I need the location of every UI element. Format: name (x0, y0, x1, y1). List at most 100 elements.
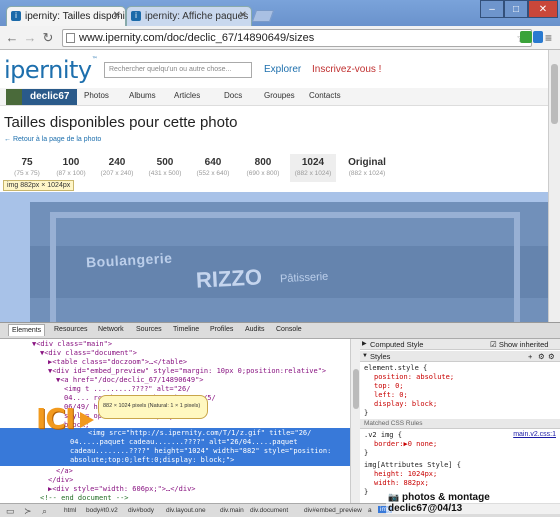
rule-close: } (364, 488, 369, 496)
dom-node[interactable]: ▼<div id="embed_preview" style="margin: … (48, 367, 326, 376)
settings-icon[interactable]: ⚙ (548, 351, 555, 362)
avatar[interactable] (6, 89, 22, 105)
add-rule-icon[interactable]: + (528, 351, 532, 362)
size-label: 1024 (301, 157, 325, 168)
size-option[interactable]: 100 (87 x 100) (48, 154, 94, 182)
explorer-link[interactable]: Explorer (264, 64, 301, 75)
rule-selector[interactable]: .v2 img { (364, 431, 402, 440)
dom-comment[interactable]: <!-- end document --> (40, 494, 129, 503)
tab-sources[interactable]: Sources (136, 326, 162, 333)
rule-close: } (364, 449, 369, 457)
tab-network[interactable]: Network (98, 326, 124, 333)
size-label: 640 (204, 157, 222, 168)
breadcrumb[interactable]: html (64, 507, 76, 514)
breadcrumb[interactable]: div.layout.one (166, 507, 206, 514)
tab-affiche[interactable]: i ipernity: Affiche paques Lu ✕ (126, 6, 252, 26)
nav-photos[interactable]: Photos (84, 91, 109, 100)
size-option[interactable]: 640 (552 x 640) (190, 154, 236, 182)
page-scrollbar[interactable] (548, 50, 560, 322)
dom-node[interactable]: ▶<div style="width: 606px;">…</div> (48, 485, 196, 494)
style-prop[interactable]: display: block; (374, 400, 437, 409)
size-option[interactable]: 75 (75 x 75) (4, 154, 50, 182)
size-option[interactable]: 500 (431 x 500) (142, 154, 188, 182)
rule-selector[interactable]: img[Attributes Style] { (364, 461, 461, 470)
stylesheet-link[interactable]: main.v2.css:1 (513, 431, 556, 438)
extension-icon[interactable] (533, 31, 543, 43)
back-to-photo-link[interactable]: ← Retour à la page de la photo (4, 136, 101, 143)
dom-node[interactable]: ▶<table class="doczoom">…</table> (48, 358, 187, 367)
style-prop[interactable]: top: 0; (374, 382, 404, 391)
close-window-button[interactable]: ✕ (528, 0, 558, 18)
devtools-tabs: Elements Resources Network Sources Timel… (0, 323, 560, 339)
expand-triangle-icon: ▶ (362, 341, 367, 347)
nav-articles[interactable]: Articles (174, 91, 200, 100)
tab-audits[interactable]: Audits (245, 326, 264, 333)
dom-node[interactable]: ▼<div class="main"> (32, 340, 112, 349)
size-option-selected[interactable]: 1024 (882 x 1024) (290, 154, 336, 182)
styles-header[interactable]: ▼ Styles + ⚙ ⚙ (360, 351, 560, 362)
breadcrumb[interactable]: body#t0.v2 (86, 507, 118, 514)
dom-node[interactable]: <img t .........????" alt="26/ (64, 385, 190, 394)
extension-icon[interactable] (520, 31, 532, 43)
nav-docs[interactable]: Docs (224, 91, 242, 100)
style-prop[interactable]: position: absolute; (374, 373, 454, 382)
tab-strip: i ipernity: Tailles disponibles p ✕ i ip… (0, 0, 560, 26)
breadcrumb[interactable]: a (368, 507, 372, 514)
style-prop[interactable]: height: 1024px; (374, 470, 437, 479)
close-tab-icon[interactable]: ✕ (113, 10, 121, 21)
styles-sidebar: ▶ Computed Style ☑ Show inherited ▼ Styl… (360, 339, 560, 503)
breadcrumb[interactable]: div#body (128, 507, 154, 514)
minimize-button[interactable]: – (480, 0, 504, 18)
size-option[interactable]: Original (882 x 1024) (340, 154, 394, 182)
nav-albums[interactable]: Albums (129, 91, 156, 100)
tab-profiles[interactable]: Profiles (210, 326, 233, 333)
new-tab-button[interactable] (251, 10, 275, 22)
tab-timeline[interactable]: Timeline (173, 326, 199, 333)
gear-icon[interactable]: ⚙ (538, 351, 545, 362)
breadcrumb[interactable]: div#embed_preview (304, 507, 362, 514)
scrollbar-thumb[interactable] (551, 64, 558, 124)
element-style-selector[interactable]: element.style { (364, 364, 427, 373)
dom-node[interactable]: ▼<div class="document"> (40, 349, 137, 358)
ipernity-logo[interactable]: ipernity™ (4, 56, 98, 84)
tab-resources[interactable]: Resources (54, 326, 87, 333)
dom-node[interactable]: </div> (48, 476, 73, 485)
show-inherited-checkbox[interactable]: ☑ Show inherited (490, 339, 548, 350)
search-input[interactable]: Rechercher quelqu'un ou autre chose... (104, 62, 252, 78)
address-bar[interactable]: www.ipernity.com/doc/declic_67/14890649/… (62, 29, 532, 47)
reload-icon[interactable]: ↻ (40, 30, 56, 46)
scrollbar-thumb[interactable] (353, 369, 359, 409)
elements-scrollbar[interactable] (350, 339, 360, 503)
size-option[interactable]: 800 (690 x 800) (240, 154, 286, 182)
style-prop[interactable]: width: 882px; (374, 479, 429, 488)
tab-tailles[interactable]: i ipernity: Tailles disponibles p ✕ (6, 6, 126, 26)
inspect-highlight-overlay (0, 192, 548, 322)
computed-style-header[interactable]: ▶ Computed Style ☑ Show inherited (360, 339, 560, 350)
tab-console[interactable]: Console (276, 326, 302, 333)
close-tab-icon[interactable]: ✕ (239, 10, 247, 21)
browser-window: i ipernity: Tailles disponibles p ✕ i ip… (0, 0, 560, 517)
user-name-badge[interactable]: declic67 (22, 89, 78, 105)
size-option[interactable]: 240 (207 x 240) (94, 154, 140, 182)
url-text: www.ipernity.com/doc/declic_67/14890649/… (79, 32, 315, 44)
dom-node[interactable]: ▼<a href="/doc/declic_67/14890649"> (56, 376, 204, 385)
maximize-button[interactable]: □ (504, 0, 528, 18)
search-icon[interactable]: ⌕ (42, 506, 47, 517)
back-arrow-icon[interactable]: ← (4, 30, 20, 46)
nav-contacts[interactable]: Contacts (309, 91, 341, 100)
breadcrumb[interactable]: div.main (220, 507, 244, 514)
tab-elements[interactable]: Elements (8, 324, 46, 336)
style-prop[interactable]: left: 0; (374, 391, 408, 400)
size-label: 500 (156, 157, 174, 168)
size-dims: (75 x 75) (14, 170, 40, 177)
style-prop[interactable]: border:▶0 none; (374, 440, 437, 449)
dock-icon[interactable]: ▭ (6, 506, 15, 517)
page-icon (66, 33, 75, 43)
dom-node[interactable]: </a> (56, 467, 73, 476)
wrench-menu-icon[interactable]: ≡ (545, 31, 552, 45)
console-icon[interactable]: ≻ (24, 506, 32, 517)
signup-link[interactable]: Inscrivez-vous ! (312, 64, 381, 75)
forward-arrow-icon[interactable]: → (22, 30, 38, 46)
nav-groupes[interactable]: Groupes (264, 91, 295, 100)
breadcrumb[interactable]: div.document (250, 507, 288, 514)
